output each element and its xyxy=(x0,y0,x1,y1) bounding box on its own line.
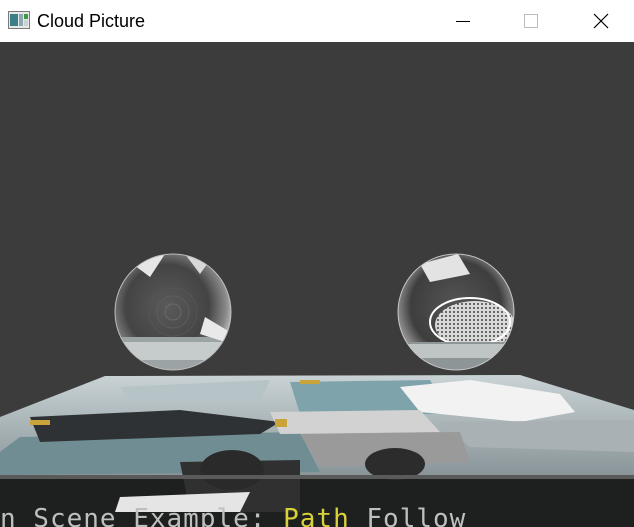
close-button[interactable] xyxy=(578,0,624,42)
textured-ground-plane xyxy=(0,375,634,527)
minimize-button[interactable] xyxy=(440,0,486,42)
window-title: Cloud Picture xyxy=(37,11,146,31)
overlay-caption-part1: n Scene Example: xyxy=(0,506,284,527)
reflective-sphere-right[interactable] xyxy=(397,253,520,372)
maximize-button[interactable] xyxy=(508,0,554,42)
app-window: Cloud Picture n Scene Example: Path Foll… xyxy=(0,0,634,527)
minimize-icon xyxy=(456,14,470,28)
overlay-caption-highlight: Path xyxy=(283,506,350,527)
overlay-caption-part3: Follow xyxy=(349,506,467,527)
maximize-icon xyxy=(524,14,538,28)
reflective-sphere-left[interactable] xyxy=(114,253,235,372)
app-window-icon xyxy=(8,11,30,29)
overlay-caption: n Scene Example: Path Follow xyxy=(0,506,634,527)
close-icon xyxy=(593,13,609,29)
render-viewport[interactable] xyxy=(0,42,634,527)
title-bar[interactable]: Cloud Picture xyxy=(0,0,634,42)
